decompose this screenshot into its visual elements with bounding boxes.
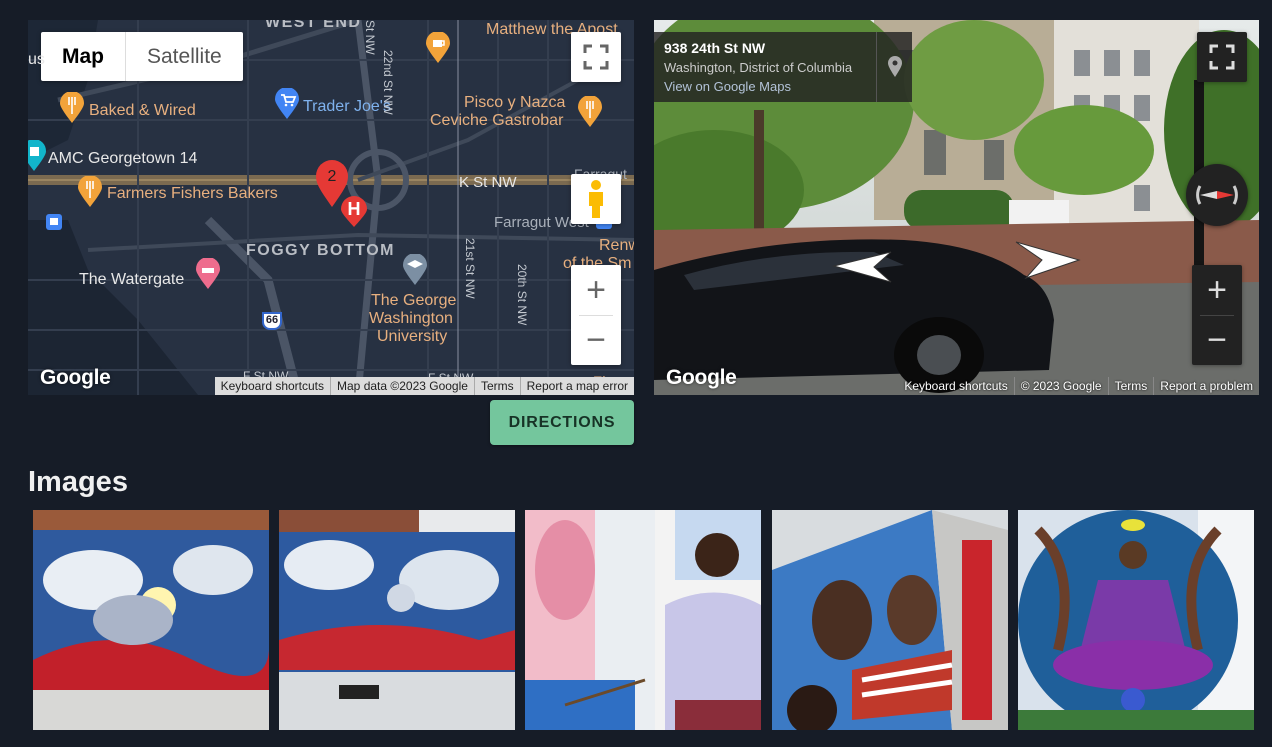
keyboard-shortcuts-link[interactable]: Keyboard shortcuts (898, 377, 1013, 395)
zoom-in-button[interactable]: + (1192, 265, 1242, 315)
route-shield-icon: 66 (262, 312, 282, 330)
image-thumbnail-3[interactable] (525, 510, 761, 730)
report-map-error-link[interactable]: Report a map error (519, 377, 634, 395)
shopping-cart-icon[interactable] (275, 88, 299, 120)
location-pin-icon (887, 56, 902, 77)
fullscreen-icon (1209, 44, 1235, 70)
map-fullscreen-button[interactable] (571, 32, 621, 82)
label-watergate: The Watergate (79, 271, 185, 288)
pegman-button[interactable] (571, 174, 621, 224)
mural-hands-wide-view-image (279, 510, 515, 730)
zoom-divider (579, 315, 613, 316)
fullscreen-icon (583, 44, 609, 70)
label-pisco-1: Pisco y Nazca (464, 94, 566, 111)
map-type-toggle[interactable]: Map Satellite (41, 32, 243, 81)
city-line: Washington, District of Columbia (664, 60, 853, 75)
label-23rd-st: St NW (363, 20, 377, 55)
cafe-icon[interactable] (426, 32, 450, 64)
label-foggy-bottom: FOGGY BOTTOM (246, 242, 395, 259)
map-data-text: Map data ©2023 Google (330, 377, 474, 395)
google-logo: Google (40, 366, 111, 389)
hospital-letter: H (347, 199, 361, 219)
keyboard-shortcuts-link[interactable]: Keyboard shortcuts (215, 377, 330, 395)
image-thumbnail-1[interactable] (33, 510, 269, 730)
mural-building-corner-image (772, 510, 1008, 730)
hospital-icon[interactable]: H (341, 196, 367, 228)
university-icon[interactable] (403, 254, 427, 286)
cinema-icon[interactable] (28, 140, 46, 172)
label-22nd-st: 22nd St NW (381, 50, 395, 115)
satellite-button[interactable]: Satellite (126, 32, 243, 81)
zoom-divider (1200, 315, 1234, 316)
map-footer: Keyboard shortcuts Map data ©2023 Google… (214, 377, 634, 395)
report-problem-link[interactable]: Report a problem (1153, 377, 1259, 395)
street-view-footer: Keyboard shortcuts © 2023 Google Terms R… (898, 377, 1259, 395)
map-zoom-control[interactable]: + − (571, 265, 621, 365)
location-pin-button[interactable] (876, 32, 912, 102)
street-view-zoom-control[interactable]: + − (1192, 265, 1242, 365)
route-number: 66 (265, 314, 279, 326)
label-20th-st: 20th St NW (515, 264, 529, 326)
address-card: 938 24th St NW Washington, District of C… (654, 32, 912, 102)
label-renwick-1: Renw (599, 237, 634, 254)
google-logo: Google (666, 366, 737, 389)
label-trader-joes: Trader Joe's (303, 98, 391, 115)
terms-link[interactable]: Terms (473, 377, 520, 395)
images-heading: Images (28, 466, 128, 498)
label-21st-st: 21st St NW (463, 238, 477, 299)
view-on-google-maps-link[interactable]: View on Google Maps (664, 79, 866, 94)
terms-link[interactable]: Terms (1107, 377, 1154, 395)
street-view[interactable]: 938 24th St NW Washington, District of C… (654, 20, 1259, 395)
compass-icon (1196, 185, 1238, 205)
restaurant-icon[interactable] (60, 92, 84, 124)
compass-button[interactable] (1186, 164, 1248, 226)
copyright-text: © 2023 Google (1013, 377, 1108, 395)
label-gwu-1: The George (371, 292, 457, 309)
label-farmers: Farmers Fishers Bakers (107, 185, 278, 202)
label-k-st: K St NW (459, 174, 517, 191)
mural-hands-glowing-orb-image (33, 510, 269, 730)
zoom-in-button[interactable]: + (571, 265, 621, 315)
marker-number: 2 (327, 168, 337, 185)
map-button[interactable]: Map (41, 32, 126, 81)
label-west-end: WEST END (265, 20, 362, 31)
label-baked-wired: Baked & Wired (89, 102, 196, 119)
directions-button[interactable]: DIRECTIONS (490, 400, 634, 445)
zoom-out-button[interactable]: − (1192, 315, 1242, 365)
address-line: 938 24th St NW (664, 40, 766, 56)
street-view-fullscreen-button[interactable] (1197, 32, 1247, 82)
image-thumbnail-2[interactable] (279, 510, 515, 730)
hotel-icon[interactable] (196, 258, 220, 290)
map-widget[interactable]: Map Satellite us WEST END Matthew the Ap… (28, 20, 634, 395)
transit-icon[interactable] (46, 214, 62, 230)
label-us: us (28, 51, 45, 68)
restaurant-icon-2[interactable] (578, 96, 602, 128)
image-thumbnail-5[interactable] (1018, 510, 1254, 730)
mural-purple-figure-image (1018, 510, 1254, 730)
pegman-icon (589, 180, 603, 218)
zoom-out-button[interactable]: − (571, 315, 621, 365)
restaurant-icon-3[interactable] (78, 176, 102, 208)
image-thumbnail-4[interactable] (772, 510, 1008, 730)
label-gwu-2: Washington (369, 310, 453, 327)
artist-with-paintbrush-image (525, 510, 761, 730)
label-gwu-3: University (377, 328, 448, 345)
label-pisco-2: Ceviche Gastrobar (430, 112, 564, 129)
label-amc: AMC Georgetown 14 (48, 150, 198, 167)
